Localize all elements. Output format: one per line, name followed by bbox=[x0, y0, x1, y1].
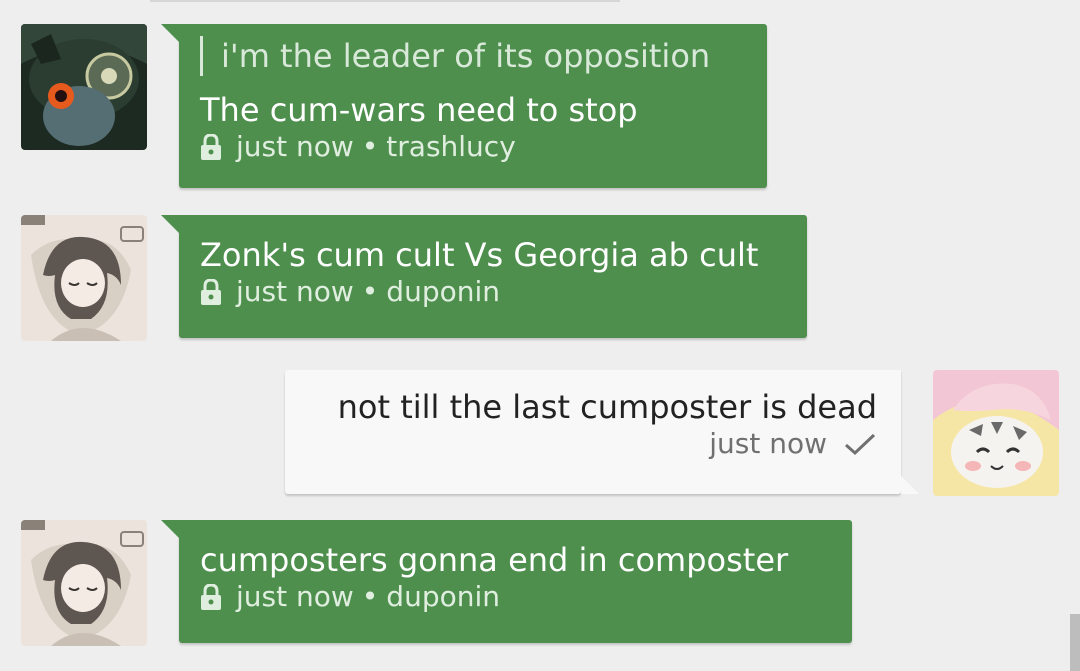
checkmark-icon bbox=[845, 433, 876, 456]
meta-separator: • bbox=[361, 580, 379, 613]
timestamp: just now bbox=[236, 580, 354, 613]
message-bubble-outgoing[interactable]: not till the last cumposter is dead just… bbox=[285, 370, 919, 494]
message-text: Zonk's cum cult Vs Georgia ab cult bbox=[200, 236, 759, 274]
avatar[interactable] bbox=[933, 370, 1059, 496]
lock-icon bbox=[201, 279, 221, 305]
author-name[interactable]: duponin bbox=[386, 580, 500, 614]
meta-separator: • bbox=[361, 130, 379, 163]
avatar[interactable] bbox=[21, 24, 147, 150]
lock-icon bbox=[201, 134, 221, 160]
author-name[interactable]: duponin bbox=[386, 275, 500, 309]
message-text: cumposters gonna end in composter bbox=[200, 541, 789, 579]
message-bubble-incoming[interactable]: Zonk's cum cult Vs Georgia ab cult just … bbox=[161, 215, 807, 338]
quoted-text: i'm the leader of its opposition bbox=[200, 36, 747, 76]
message-meta: just now bbox=[306, 427, 877, 461]
previous-message-edge bbox=[150, 0, 620, 2]
scrollbar-thumb[interactable] bbox=[1070, 614, 1080, 671]
message-text: The cum-wars need to stop bbox=[200, 91, 638, 129]
timestamp: just now bbox=[709, 427, 827, 460]
message-meta: just now • duponin bbox=[200, 580, 832, 614]
message-meta: just now • duponin bbox=[200, 275, 787, 309]
message-meta: just now • trashlucy bbox=[200, 130, 747, 164]
message-text: not till the last cumposter is dead bbox=[337, 388, 877, 426]
message-bubble-incoming[interactable]: cumposters gonna end in composter just n… bbox=[161, 520, 852, 643]
timestamp: just now bbox=[236, 275, 354, 308]
avatar[interactable] bbox=[21, 215, 147, 341]
sleeping-girl-avatar-icon bbox=[21, 215, 147, 341]
midna-avatar-icon bbox=[21, 24, 147, 150]
lock-icon bbox=[201, 584, 221, 610]
avatar[interactable] bbox=[21, 520, 147, 646]
author-name[interactable]: trashlucy bbox=[386, 130, 515, 164]
message-bubble-incoming[interactable]: i'm the leader of its opposition The cum… bbox=[161, 24, 767, 188]
cat-in-bag-avatar-icon bbox=[933, 370, 1059, 496]
timestamp: just now bbox=[236, 130, 354, 163]
meta-separator: • bbox=[361, 275, 379, 308]
sleeping-girl-avatar-icon bbox=[21, 520, 147, 646]
